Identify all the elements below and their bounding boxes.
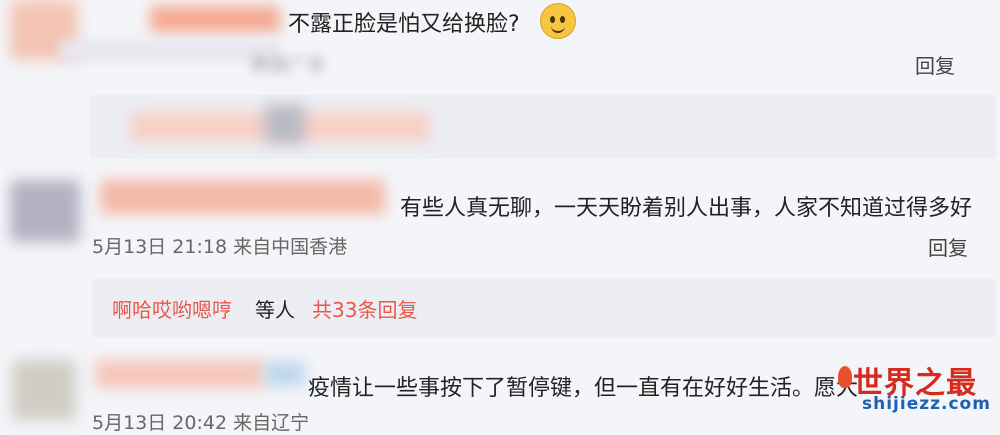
comment-meta: 来自广东 xyxy=(250,54,327,76)
avatar[interactable] xyxy=(12,360,76,420)
reply-thread-names[interactable]: 啊哈哎哟嗯哼 xyxy=(112,294,232,323)
dog-face-emoji-icon xyxy=(540,3,576,39)
comment-text: 有些人真无聊，一天天盼着别人出事，人家不知道过得多好 xyxy=(400,196,973,221)
username-redacted-2 xyxy=(265,362,305,386)
username-redacted-2 xyxy=(60,40,280,62)
reply-thread-box[interactable] xyxy=(90,95,996,159)
fire-logo-icon xyxy=(838,366,852,388)
reply-thread-middle: 等人 xyxy=(255,298,295,322)
reply-thread-count[interactable]: 共33条回复 xyxy=(312,294,417,323)
comment-text: 不露正脸是怕又给换脸? xyxy=(288,12,520,37)
username-redacted[interactable] xyxy=(150,6,280,32)
reply-button[interactable]: 回复 xyxy=(915,50,955,79)
watermark-url: shijiezz.com xyxy=(862,394,991,414)
username-redacted[interactable] xyxy=(100,180,385,214)
comment-text: 疫情让一些事按下了暂停键，但一直有在好好生活。愿大 xyxy=(308,376,859,401)
comment-meta: 5月13日 21:18 来自中国香港 xyxy=(92,236,348,258)
reply-thread-box[interactable]: 啊哈哎哟嗯哼 等人 共33条回复 xyxy=(92,278,996,338)
reply-thread-redacted-2 xyxy=(265,105,305,143)
avatar[interactable] xyxy=(10,180,80,242)
reply-button[interactable]: 回复 xyxy=(928,232,968,261)
username-redacted[interactable] xyxy=(95,360,265,388)
comment-meta: 5月13日 20:42 来自辽宁 xyxy=(92,412,310,434)
